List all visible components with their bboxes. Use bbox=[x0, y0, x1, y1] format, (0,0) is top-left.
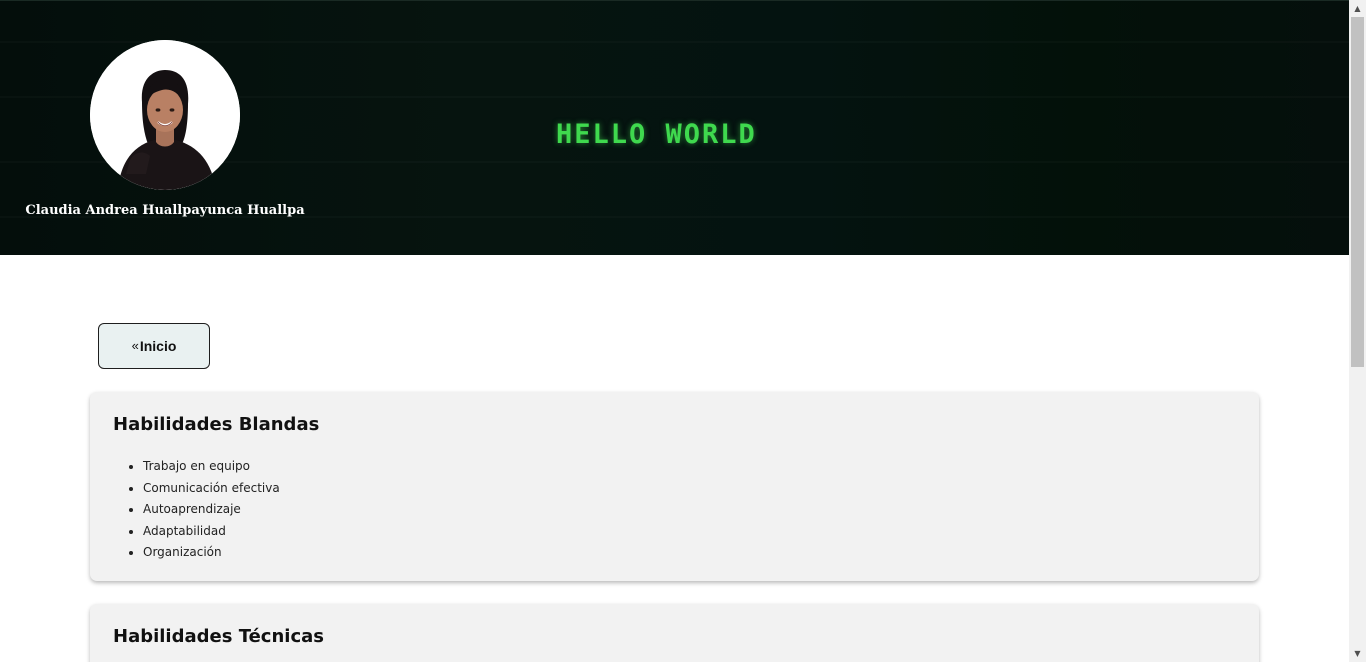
back-button-label: Inicio bbox=[139, 338, 177, 354]
profile-avatar bbox=[90, 40, 240, 190]
scroll-down-arrow-icon[interactable]: ▼ bbox=[1349, 645, 1366, 662]
vertical-scrollbar[interactable]: ▲ ▼ bbox=[1349, 0, 1366, 662]
list-item: Adaptabilidad bbox=[143, 521, 1236, 543]
list-item: Trabajo en equipo bbox=[143, 456, 1236, 478]
scroll-up-arrow-icon[interactable]: ▲ bbox=[1349, 0, 1366, 17]
soft-skills-list: Trabajo en equipo Comunicación efectiva … bbox=[113, 456, 1236, 564]
tech-skills-card: Habilidades Técnicas bbox=[90, 604, 1259, 662]
list-item: Organización bbox=[143, 542, 1236, 564]
profile-name: Claudia Andrea Huallpayunca Huallpa bbox=[25, 203, 305, 218]
back-to-inicio-button[interactable]: « Inicio bbox=[98, 323, 210, 369]
banner-title: HELLO WORLD bbox=[556, 119, 757, 150]
scrollbar-thumb[interactable] bbox=[1351, 17, 1364, 367]
profile-header: Claudia Andrea Huallpayunca Huallpa HELL… bbox=[0, 0, 1349, 255]
double-chevron-left-icon: « bbox=[131, 337, 139, 353]
soft-skills-card: Habilidades Blandas Trabajo en equipo Co… bbox=[90, 392, 1259, 581]
list-item: Autoaprendizaje bbox=[143, 499, 1236, 521]
section-title: Habilidades Blandas bbox=[113, 414, 320, 435]
list-item: Comunicación efectiva bbox=[143, 478, 1236, 500]
page-viewport: Claudia Andrea Huallpayunca Huallpa HELL… bbox=[0, 0, 1349, 662]
section-title: Habilidades Técnicas bbox=[113, 626, 324, 647]
